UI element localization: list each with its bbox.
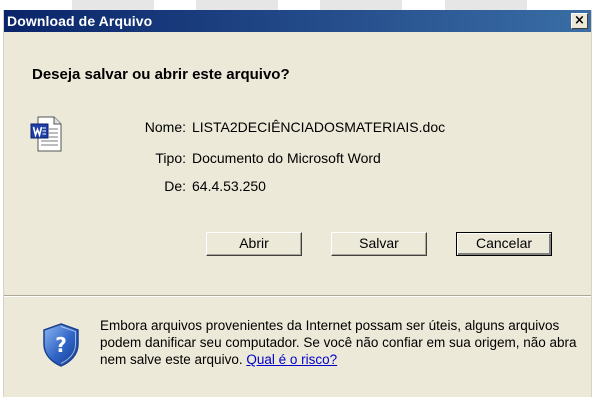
background-stripe bbox=[320, 0, 402, 10]
risk-link[interactable]: Qual é o risco? bbox=[246, 352, 337, 367]
background-stripe bbox=[196, 0, 278, 10]
svg-text:?: ? bbox=[55, 333, 67, 357]
title-bar[interactable]: Download de Arquivo × bbox=[4, 10, 591, 32]
warning-text: Embora arquivos provenientes da Internet… bbox=[100, 318, 577, 367]
close-icon: × bbox=[574, 13, 585, 28]
type-label: Tipo: bbox=[155, 150, 186, 166]
source-value: 64.4.53.250 bbox=[192, 178, 266, 194]
separator bbox=[4, 295, 591, 297]
background-stripe bbox=[72, 0, 154, 10]
save-button[interactable]: Salvar bbox=[331, 232, 427, 256]
word-document-icon bbox=[30, 116, 62, 152]
file-type-value: Documento do Microsoft Word bbox=[192, 150, 381, 166]
file-name-value: LISTA2DECIÊNCIADOSMATERIAIS.doc bbox=[192, 119, 446, 135]
dialog-title: Download de Arquivo bbox=[7, 13, 153, 29]
source-label: De: bbox=[164, 178, 186, 194]
cancel-button[interactable]: Cancelar bbox=[456, 232, 552, 256]
question-text: Deseja salvar ou abrir este arquivo? bbox=[32, 66, 290, 83]
name-label: Nome: bbox=[144, 119, 186, 135]
shield-question-icon: ? bbox=[43, 323, 79, 367]
close-button[interactable]: × bbox=[571, 13, 588, 29]
security-warning: Embora arquivos provenientes da Internet… bbox=[100, 317, 580, 368]
download-dialog: Download de Arquivo × Deseja salvar ou a… bbox=[3, 10, 592, 397]
background-strip bbox=[0, 0, 595, 10]
background-stripe bbox=[445, 0, 527, 10]
open-button[interactable]: Abrir bbox=[206, 232, 302, 256]
